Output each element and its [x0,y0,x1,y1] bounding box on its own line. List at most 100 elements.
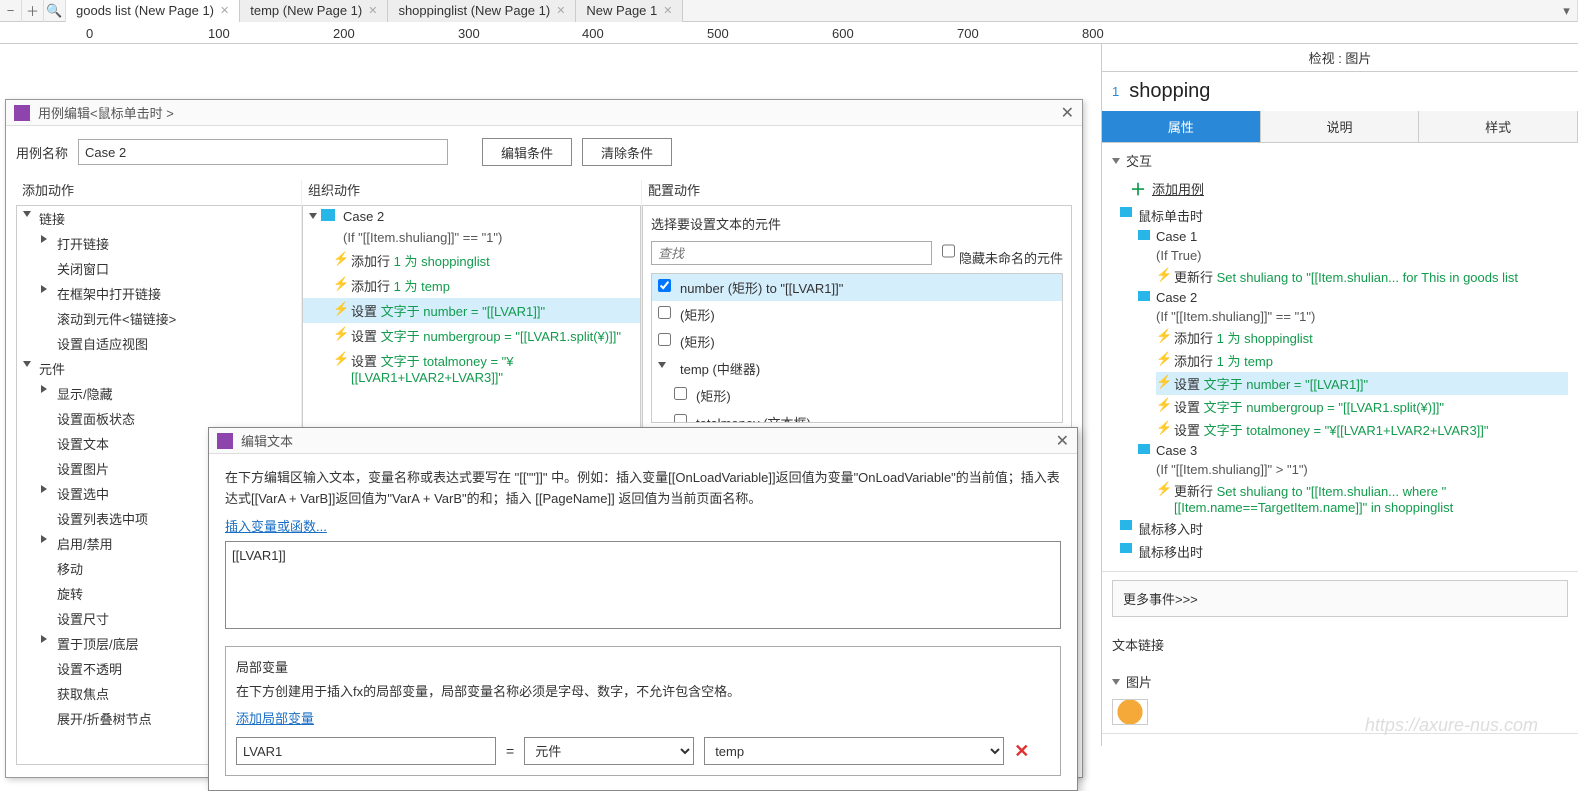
case-icon [1138,444,1150,454]
dialog-header[interactable]: 用例编辑<鼠标单击时 > ✕ [6,100,1082,126]
list-item[interactable]: totalmoney (文本框) [652,409,1062,423]
tree-item[interactable]: 设置自适应视图 [17,331,301,356]
event-mouseleave[interactable]: 鼠标移出时 [1120,540,1568,563]
more-events-button[interactable]: 更多事件>>> [1112,580,1568,617]
bolt-icon: ⚡ [333,301,349,317]
page-number: 1 [1112,84,1119,99]
widget-search-input[interactable] [651,241,932,265]
tree-item[interactable]: 打开链接 [17,231,301,256]
action-row[interactable]: ⚡设置 文字于 totalmoney = "¥[[LVAR1+LVAR2+LVA… [303,348,640,388]
tabs-dropdown-icon[interactable]: ▾ [1556,0,1578,22]
page-title: shopping [1129,80,1210,103]
hide-unnamed-checkbox[interactable]: 隐藏未命名的元件 [942,239,1063,267]
image-thumbnail[interactable] [1112,699,1148,725]
tree-group-widgets[interactable]: 元件 [17,356,301,381]
tree-item[interactable]: 关闭窗口 [17,256,301,281]
action-row[interactable]: ⚡添加行 1 为 temp [1156,349,1568,372]
tab-notes[interactable]: 说明 [1261,111,1420,142]
close-icon[interactable]: ✕ [1056,431,1069,451]
tab-temp[interactable]: temp (New Page 1)✕ [240,0,388,22]
action-row-selected[interactable]: ⚡设置 文字于 number = "[[LVAR1]]" [303,298,640,323]
widget-list[interactable]: number (矩形) to "[[LVAR1]]" (矩形) (矩形) tem… [651,273,1063,423]
local-var-name-input[interactable] [236,737,496,765]
local-vars-help: 在下方创建用于插入fx的局部变量，局部变量名称必须是字母、数字，不允许包含空格。 [236,682,1050,703]
expression-textarea[interactable]: [[LVAR1]] [225,541,1061,629]
tab-style[interactable]: 样式 [1419,111,1578,142]
list-item[interactable]: (矩形) [652,328,1062,355]
case-node[interactable]: Case 3 [1138,441,1568,460]
edit-condition-button[interactable]: 编辑条件 [482,138,572,166]
tree-item[interactable]: 显示/隐藏 [17,381,301,406]
tab-goods-list[interactable]: goods list (New Page 1)✕ [66,0,240,22]
tree-group-links[interactable]: 链接 [17,206,301,231]
checkbox[interactable] [674,387,687,400]
action-row[interactable]: ⚡添加行 1 为 temp [303,273,640,298]
delete-icon[interactable]: ✕ [1014,741,1029,762]
action-row[interactable]: ⚡更新行 Set shuliang to "[[Item.shulian... … [1156,479,1568,517]
bolt-icon: ⚡ [1156,351,1172,367]
close-icon[interactable]: ✕ [663,4,672,17]
close-icon[interactable]: ✕ [1061,103,1074,123]
tab-properties[interactable]: 属性 [1102,111,1261,142]
bolt-icon: ⚡ [333,351,349,367]
add-case-link[interactable]: ＋添加用例 [1112,170,1568,200]
inspector-tabs: 属性 说明 样式 [1102,111,1578,143]
bolt-icon: ⚡ [1156,481,1172,497]
case-condition: (If "[[Item.shuliang]]" == "1") [1138,307,1568,326]
case-condition: (If True) [1138,246,1568,265]
local-vars-title: 局部变量 [236,657,1050,676]
list-item[interactable]: (矩形) [652,301,1062,328]
case-name-input[interactable] [78,139,448,165]
tree-item[interactable]: 滚动到元件<锚链接> [17,306,301,331]
search-icon[interactable]: 🔍 [44,0,66,22]
dialog-title: 用例编辑<鼠标单击时 > [38,103,1061,122]
bolt-icon: ⚡ [1156,267,1172,283]
bolt-icon: ⚡ [333,276,349,292]
close-icon[interactable]: ✕ [368,4,377,17]
clear-condition-button[interactable]: 清除条件 [582,138,672,166]
inspector-panel: 检视 : 图片 1 shopping 属性 说明 样式 交互 ＋添加用例 鼠标单… [1101,44,1578,746]
list-item[interactable]: number (矩形) to "[[LVAR1]]" [652,274,1062,301]
action-row[interactable]: ⚡设置 文字于 totalmoney = "¥[[LVAR1+LVAR2+LVA… [1156,418,1568,441]
action-row-selected[interactable]: ⚡设置 文字于 number = "[[LVAR1]]" [1156,372,1568,395]
checkbox[interactable] [658,279,671,292]
bolt-icon: ⚡ [1156,328,1172,344]
insert-variable-link[interactable]: 插入变量或函数... [225,516,1061,535]
text-link-section: 文本链接 [1102,625,1578,664]
local-var-type-select[interactable]: 元件 [524,737,694,765]
action-row[interactable]: ⚡添加行 1 为 shoppinglist [303,248,640,273]
configure-action-header: 配置动作 [642,180,1072,199]
action-row[interactable]: ⚡设置 文字于 numbergroup = "[[LVAR1.split(¥)]… [1156,395,1568,418]
tab-shoppinglist[interactable]: shoppinglist (New Page 1)✕ [388,0,576,22]
interactions-section-header[interactable]: 交互 [1112,151,1568,170]
zoom-in-icon[interactable]: ＋ [22,0,44,22]
image-section-header[interactable]: 图片 [1112,672,1568,691]
close-icon[interactable]: ✕ [220,4,229,17]
action-row[interactable]: ⚡添加行 1 为 shoppinglist [1156,326,1568,349]
list-item[interactable]: (矩形) [652,382,1062,409]
event-onclick[interactable]: 鼠标单击时 [1120,204,1568,227]
event-mouseenter[interactable]: 鼠标移入时 [1120,517,1568,540]
list-group[interactable]: temp (中继器) [652,355,1062,382]
case-node[interactable]: Case 2 [1138,288,1568,307]
case-node[interactable]: Case 2 [303,206,640,227]
close-icon[interactable]: ✕ [556,4,565,17]
action-row[interactable]: ⚡更新行 Set shuliang to "[[Item.shulian... … [1156,265,1568,288]
tree-item[interactable]: 在框架中打开链接 [17,281,301,306]
local-var-target-select[interactable]: temp [704,737,1004,765]
checkbox[interactable] [658,306,671,319]
case-node[interactable]: Case 1 [1138,227,1568,246]
zoom-out-icon[interactable]: − [0,0,22,22]
action-row[interactable]: ⚡设置 文字于 numbergroup = "[[LVAR1.split(¥)]… [303,323,640,348]
case-condition: (If "[[Item.shuliang]]" == "1") [303,227,640,248]
chevron-down-icon [1112,679,1120,685]
checkbox[interactable] [674,414,687,423]
dialog-header[interactable]: 编辑文本 ✕ [209,428,1077,454]
app-logo-icon [217,433,233,449]
chevron-down-icon [1112,158,1120,164]
local-var-row: = 元件 temp ✕ [236,737,1050,765]
tab-newpage[interactable]: New Page 1✕ [576,0,683,22]
checkbox[interactable] [658,333,671,346]
event-icon [1120,207,1132,217]
add-local-var-link[interactable]: 添加局部变量 [236,708,1050,727]
